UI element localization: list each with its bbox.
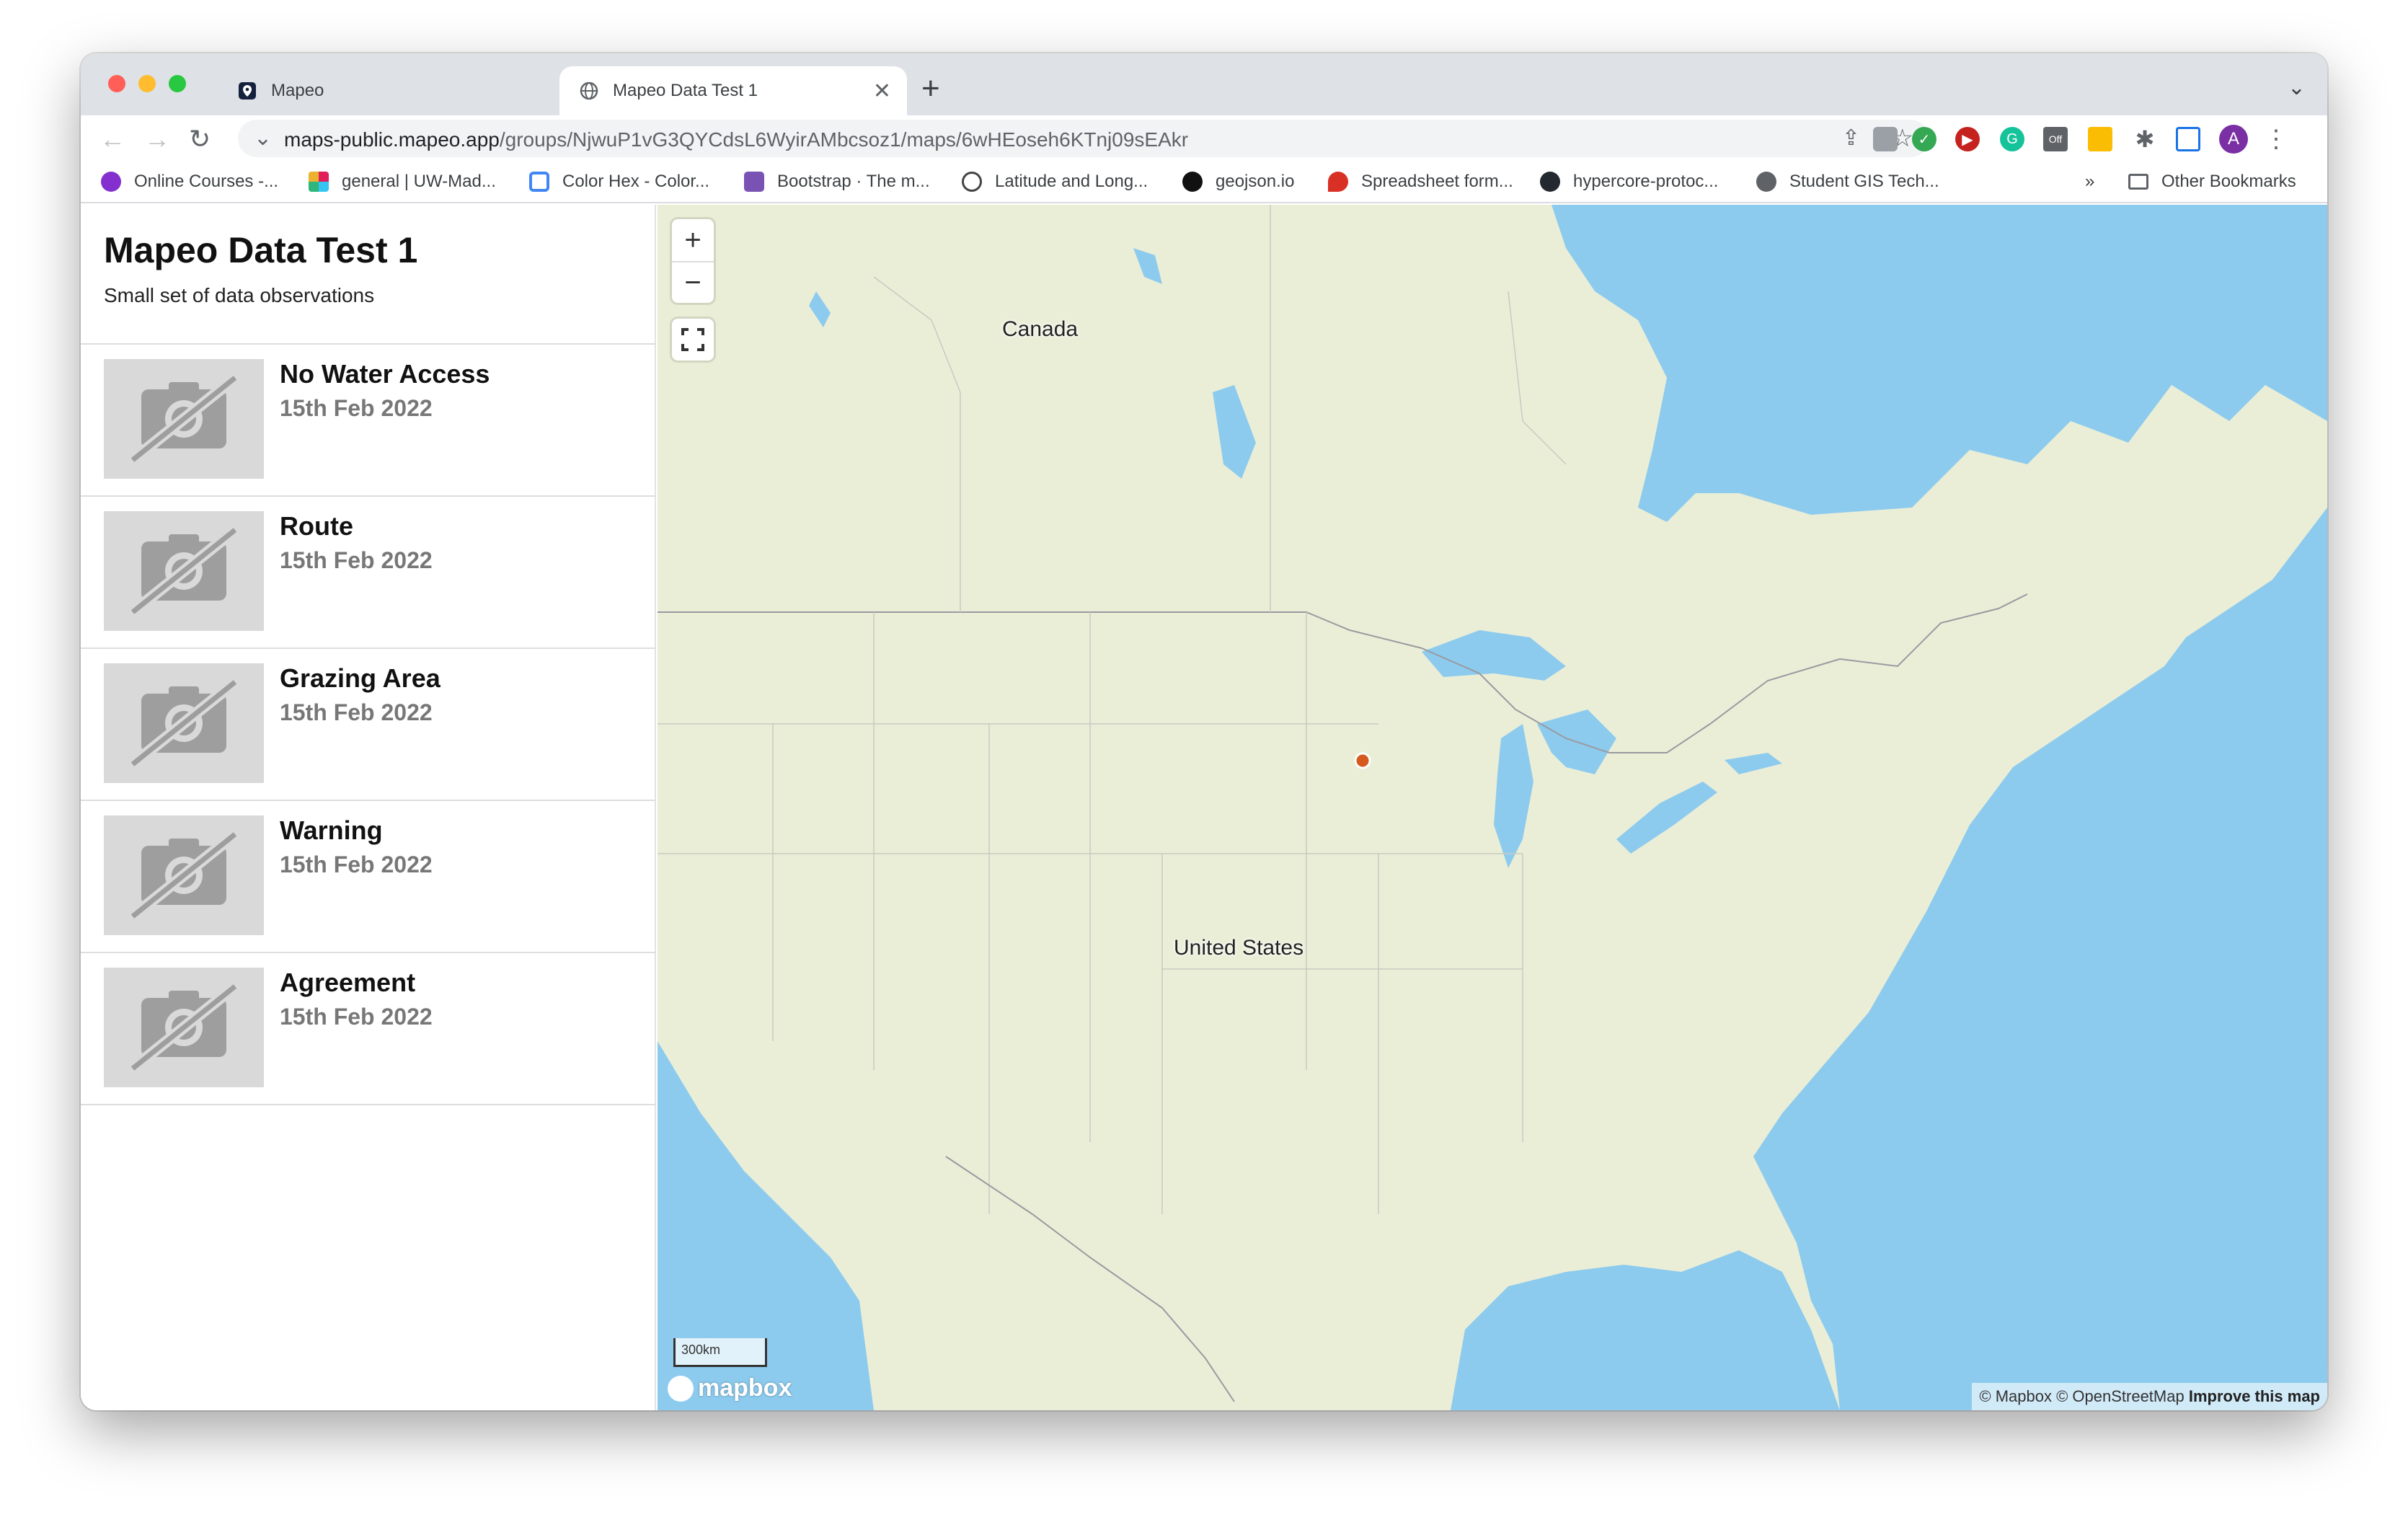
observation-date: 15th Feb 2022: [280, 547, 433, 573]
no-photo-icon: [104, 663, 264, 783]
mapbox-logo[interactable]: mapbox: [668, 1374, 792, 1402]
no-photo-icon: [104, 968, 264, 1087]
map-scale-bar: 300km: [673, 1338, 767, 1367]
observation-item[interactable]: No Water Access 15th Feb 2022: [81, 345, 656, 497]
profile-avatar[interactable]: A: [2219, 125, 2248, 154]
observation-date: 15th Feb 2022: [280, 699, 433, 725]
bookmark-item[interactable]: geojson.io: [1182, 172, 1294, 192]
notes-extension-icon[interactable]: [2088, 127, 2112, 151]
observation-item[interactable]: Warning 15th Feb 2022: [81, 801, 656, 953]
bookmark-item[interactable]: Latitude and Long...: [962, 172, 1148, 192]
observation-item[interactable]: Agreement 15th Feb 2022: [81, 953, 656, 1105]
globe-icon: [1756, 172, 1776, 192]
bookmarks-overflow-button[interactable]: »: [2085, 172, 2094, 192]
tab-title: Mapeo: [271, 81, 324, 100]
extension-icon[interactable]: [1873, 127, 1898, 151]
tab-mapeo-data-test[interactable]: Mapeo Data Test 1 ✕: [559, 66, 907, 115]
map-attribution: © Mapbox © OpenStreetMap Improve this ma…: [1972, 1383, 2327, 1410]
fullscreen-icon[interactable]: [672, 319, 714, 361]
other-bookmarks-folder[interactable]: Other Bookmarks: [2128, 172, 2296, 192]
no-photo-icon: [104, 359, 264, 479]
observations-sidebar: Mapeo Data Test 1 Small set of data obse…: [81, 205, 656, 1410]
bookmark-item[interactable]: hypercore-protoc...: [1540, 172, 1718, 192]
zoom-in-button[interactable]: +: [672, 219, 714, 261]
browser-window: Mapeo ✕ Mapeo Data Test 1 ✕ + ⌄ ← → ↻ ⌄ …: [81, 53, 2327, 1410]
browser-toolbar: ← → ↻ ⌄ maps-public.mapeo.app/groups/Njw…: [81, 115, 2327, 163]
browser-menu-icon[interactable]: ⋮: [2264, 125, 2288, 153]
observation-marker[interactable]: [1354, 752, 1371, 769]
minimize-window-button[interactable]: [138, 75, 156, 92]
tab-title: Mapeo Data Test 1: [613, 81, 758, 100]
compass-icon: [962, 172, 982, 192]
page-title: Mapeo Data Test 1: [104, 230, 418, 270]
chevron-down-icon[interactable]: ⌄: [2288, 75, 2306, 100]
shield-extension-icon[interactable]: ✓: [1912, 127, 1936, 151]
puzzle-extensions-icon[interactable]: ✱: [2133, 126, 2157, 152]
online-courses-icon: [101, 172, 121, 192]
observation-item[interactable]: Grazing Area 15th Feb 2022: [81, 649, 656, 801]
color-hex-icon: [529, 172, 549, 192]
folder-icon: [2128, 174, 2148, 190]
observation-item[interactable]: Route 15th Feb 2022: [81, 497, 656, 649]
close-tab-icon[interactable]: ✕: [873, 79, 891, 104]
basemap: [658, 205, 2327, 1410]
fullscreen-control: [672, 319, 714, 361]
bookmark-item[interactable]: general | UW-Mad...: [309, 172, 496, 192]
observation-name: Grazing Area: [280, 663, 441, 693]
address-bar[interactable]: ⌄ maps-public.mapeo.app/groups/NjwuP1vG3…: [238, 120, 1929, 157]
zoom-out-button[interactable]: −: [672, 261, 714, 303]
forward-button[interactable]: →: [144, 124, 170, 154]
map-view[interactable]: Canada United States + − 300km mapbox © …: [658, 205, 2327, 1410]
mapbox-logo-icon: [668, 1375, 694, 1402]
geojson-icon: [1182, 172, 1203, 192]
mapeo-favicon-icon: [236, 80, 258, 102]
back-button[interactable]: ←: [99, 124, 125, 154]
improve-map-link[interactable]: Improve this map: [2189, 1387, 2320, 1405]
page-subtitle: Small set of data observations: [104, 284, 375, 306]
globe-icon: [578, 80, 600, 102]
map-label-canada: Canada: [1002, 317, 1079, 341]
map-pin-icon: [1328, 172, 1348, 192]
github-icon: [1540, 172, 1560, 192]
bookmark-item[interactable]: Color Hex - Color...: [529, 172, 709, 192]
bootstrap-icon: [744, 172, 764, 192]
zoom-controls: + −: [672, 219, 714, 303]
no-photo-icon: [104, 815, 264, 935]
observation-date: 15th Feb 2022: [280, 852, 433, 877]
observation-date: 15th Feb 2022: [280, 395, 433, 421]
bookmarks-bar: Online Courses -... general | UW-Mad... …: [81, 163, 2327, 203]
map-label-usa: United States: [1174, 936, 1304, 960]
observation-name: Route: [280, 511, 353, 541]
bookmark-item[interactable]: Online Courses -...: [101, 172, 278, 192]
site-info-icon[interactable]: ⌄: [254, 125, 272, 151]
observation-name: Warning: [280, 815, 383, 845]
zoom-window-button[interactable]: [169, 75, 186, 92]
video-extension-icon[interactable]: ▶: [1955, 127, 1980, 151]
grammarly-icon[interactable]: G: [2000, 127, 2024, 151]
no-photo-icon: [104, 511, 264, 631]
sidepanel-icon[interactable]: [2176, 127, 2200, 151]
slack-icon: [309, 172, 329, 192]
url-text: maps-public.mapeo.app/groups/NjwuP1vG3QY…: [284, 128, 1189, 151]
share-icon[interactable]: ⇪: [1842, 125, 1860, 151]
observation-name: Agreement: [280, 968, 416, 997]
tab-strip: Mapeo ✕ Mapeo Data Test 1 ✕ + ⌄: [81, 53, 2327, 115]
bookmark-item[interactable]: Bootstrap · The m...: [744, 172, 930, 192]
bookmark-item[interactable]: Student GIS Tech...: [1756, 172, 1939, 192]
observation-list: No Water Access 15th Feb 2022 Route 15th…: [81, 343, 656, 1105]
observation-date: 15th Feb 2022: [280, 1004, 433, 1030]
close-window-button[interactable]: [108, 75, 125, 92]
bookmark-item[interactable]: Spreadsheet form...: [1328, 172, 1513, 192]
extension-off-icon[interactable]: Off: [2043, 127, 2068, 151]
observation-name: No Water Access: [280, 359, 490, 389]
new-tab-button[interactable]: +: [921, 71, 940, 107]
attribution-text[interactable]: © Mapbox © OpenStreetMap: [1979, 1387, 2184, 1405]
reload-button[interactable]: ↻: [189, 124, 211, 154]
